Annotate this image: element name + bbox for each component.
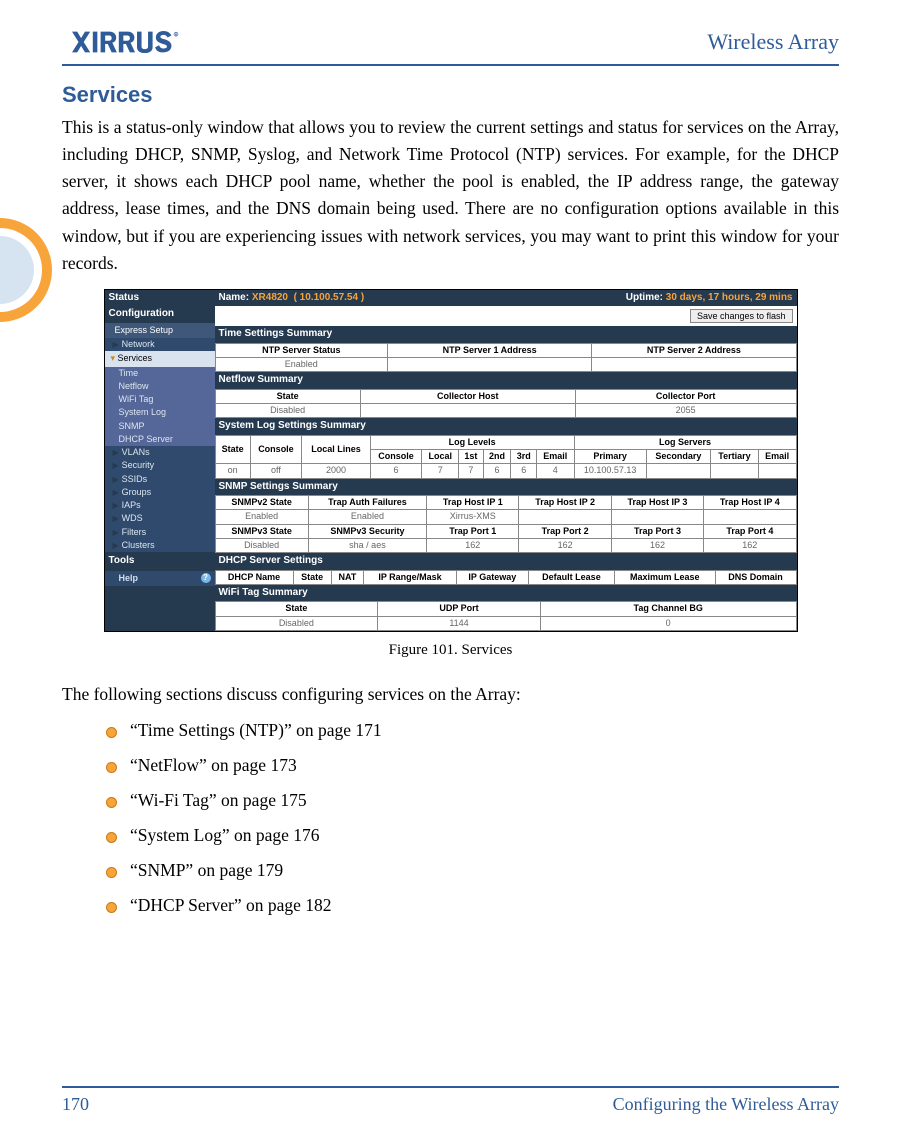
section-heading: Services bbox=[62, 82, 839, 108]
section-list: “Time Settings (NTP)” on page 171 “NetFl… bbox=[106, 720, 839, 916]
list-item[interactable]: “DHCP Server” on page 182 bbox=[106, 895, 839, 916]
list-item[interactable]: “Wi-Fi Tag” on page 175 bbox=[106, 790, 839, 811]
nav-help[interactable]: Help? bbox=[105, 571, 215, 586]
netflow-table: StateCollector HostCollector Port Disabl… bbox=[215, 389, 797, 419]
dhcp-table: DHCP NameStateNATIP Range/MaskIP Gateway… bbox=[215, 570, 797, 585]
wifitag-table: StateUDP PortTag Channel BG Disabled1144… bbox=[215, 601, 797, 631]
nav-security[interactable]: ▶Security bbox=[105, 459, 215, 472]
wifitag-bar: WiFi Tag Summary bbox=[215, 585, 797, 602]
nav-sub-dhcp[interactable]: DHCP Server bbox=[105, 433, 215, 446]
figure-caption: Figure 101. Services bbox=[62, 642, 839, 659]
dhcp-bar: DHCP Server Settings bbox=[215, 553, 797, 570]
time-settings-table: NTP Server StatusNTP Server 1 AddressNTP… bbox=[215, 343, 797, 373]
save-changes-button[interactable]: Save changes to flash bbox=[690, 309, 793, 323]
time-settings-bar: Time Settings Summary bbox=[215, 326, 797, 343]
nav-filters[interactable]: ▶Filters bbox=[105, 526, 215, 539]
after-figure-text: The following sections discuss configuri… bbox=[62, 681, 839, 708]
nav-sub-time[interactable]: Time bbox=[105, 367, 215, 380]
nav-sub-snmp[interactable]: SNMP bbox=[105, 420, 215, 433]
page-number: 170 bbox=[62, 1094, 89, 1115]
nav-sub-netflow[interactable]: Netflow bbox=[105, 380, 215, 393]
nav-sidebar: Status Configuration Express Setup ▶Netw… bbox=[105, 290, 215, 631]
syslog-bar: System Log Settings Summary bbox=[215, 418, 797, 435]
syslog-table: StateConsoleLocal Lines Log LevelsLog Se… bbox=[215, 435, 797, 479]
nav-clusters[interactable]: ▶Clusters bbox=[105, 539, 215, 552]
nav-services[interactable]: ▾ Services bbox=[105, 351, 215, 366]
nav-config[interactable]: Configuration bbox=[105, 306, 215, 323]
list-item[interactable]: “SNMP” on page 179 bbox=[106, 860, 839, 881]
header-title: Wireless Array bbox=[707, 29, 839, 55]
nav-network[interactable]: ▶Network bbox=[105, 338, 215, 351]
snmp-bar: SNMP Settings Summary bbox=[215, 479, 797, 496]
nav-ssids[interactable]: ▶SSIDs bbox=[105, 473, 215, 486]
nav-iaps[interactable]: ▶IAPs bbox=[105, 499, 215, 512]
list-item[interactable]: “Time Settings (NTP)” on page 171 bbox=[106, 720, 839, 741]
nav-sub-syslog[interactable]: System Log bbox=[105, 406, 215, 419]
footer-label: Configuring the Wireless Array bbox=[613, 1094, 839, 1115]
nav-status[interactable]: Status bbox=[105, 290, 215, 307]
nav-vlans[interactable]: ▶VLANs bbox=[105, 446, 215, 459]
snmp-table: SNMPv2 StateTrap Auth FailuresTrap Host … bbox=[215, 495, 797, 553]
list-item[interactable]: “System Log” on page 176 bbox=[106, 825, 839, 846]
status-bar: Name: XR4820 ( 10.100.57.54 ) Uptime: 30… bbox=[215, 290, 797, 307]
netflow-bar: Netflow Summary bbox=[215, 372, 797, 389]
brand-logo: R bbox=[62, 29, 212, 55]
thumb-tab-icon bbox=[0, 210, 56, 330]
help-icon: ? bbox=[201, 573, 211, 583]
nav-tools[interactable]: Tools bbox=[105, 552, 215, 571]
intro-paragraph: This is a status-only window that allows… bbox=[62, 114, 839, 277]
nav-sub-wifitag[interactable]: WiFi Tag bbox=[105, 393, 215, 406]
nav-express-setup[interactable]: Express Setup bbox=[105, 323, 215, 338]
services-screenshot: Status Configuration Express Setup ▶Netw… bbox=[104, 289, 798, 632]
list-item[interactable]: “NetFlow” on page 173 bbox=[106, 755, 839, 776]
nav-groups[interactable]: ▶Groups bbox=[105, 486, 215, 499]
nav-wds[interactable]: ▶WDS bbox=[105, 512, 215, 525]
